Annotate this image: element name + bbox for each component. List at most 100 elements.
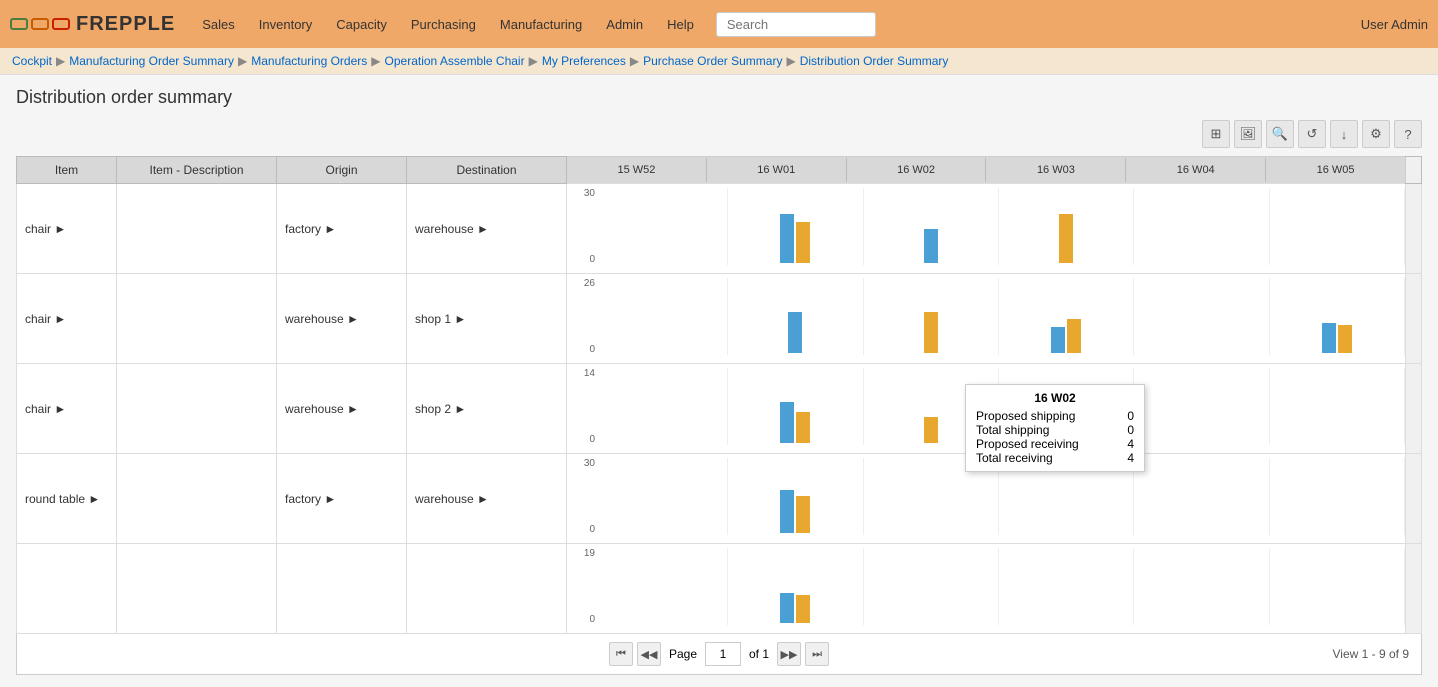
destination-link[interactable]: shop 2 ► xyxy=(415,402,466,416)
chart-week-2[interactable] xyxy=(864,188,999,265)
week-header-2[interactable]: 16 W02 xyxy=(847,158,987,182)
chart-week-4[interactable] xyxy=(1134,548,1269,625)
bar-orange xyxy=(924,312,938,353)
chart-week-0[interactable] xyxy=(567,458,728,535)
week-header-4[interactable]: 16 W04 xyxy=(1126,158,1266,182)
nav-purchasing[interactable]: Purchasing xyxy=(399,0,488,48)
of-label: of 1 xyxy=(749,647,769,661)
breadcrumb-purchase-order-summary[interactable]: Purchase Order Summary xyxy=(643,54,782,68)
chart-week-3[interactable] xyxy=(999,278,1134,355)
item-link[interactable]: chair ► xyxy=(25,222,66,236)
item-link[interactable]: chair ► xyxy=(25,402,66,416)
col-item-header[interactable]: Item xyxy=(17,157,117,184)
chart-week-4[interactable] xyxy=(1134,188,1269,265)
chart-view-button[interactable]: 🖼 xyxy=(1234,120,1262,148)
tooltip-label: Proposed shipping xyxy=(976,409,1075,423)
view-info: View 1 - 9 of 9 xyxy=(1333,647,1410,661)
week-header-1[interactable]: 16 W01 xyxy=(707,158,847,182)
origin-link[interactable]: factory ► xyxy=(285,492,336,506)
download-button[interactable]: ↓ xyxy=(1330,120,1358,148)
cell-origin: factory ► xyxy=(277,454,407,544)
item-link[interactable]: chair ► xyxy=(25,312,66,326)
nav-sales[interactable]: Sales xyxy=(190,0,247,48)
bar-orange xyxy=(796,496,810,534)
chart-week-4[interactable] xyxy=(1134,368,1269,445)
breadcrumb-manufacturing-orders[interactable]: Manufacturing Orders xyxy=(251,54,367,68)
table-container: Item Item - Description Origin Destinati… xyxy=(16,156,1422,675)
breadcrumb-manufacturing-order-summary[interactable]: Manufacturing Order Summary xyxy=(69,54,234,68)
cell-destination: shop 2 ► xyxy=(407,364,567,454)
toolbar: ⊞ 🖼 🔍 ↺ ↓ ⚙ ? xyxy=(16,120,1422,148)
logo[interactable]: FREPPLE xyxy=(10,13,175,36)
item-link[interactable]: round table ► xyxy=(25,492,100,506)
destination-link[interactable]: warehouse ► xyxy=(415,222,489,236)
origin-link[interactable]: warehouse ► xyxy=(285,402,359,416)
cell-chart: 190 xyxy=(567,544,1406,634)
nav-admin[interactable]: Admin xyxy=(594,0,655,48)
cell-origin xyxy=(277,544,407,634)
tooltip-value: 4 xyxy=(1127,437,1134,451)
bar-blue xyxy=(924,229,938,263)
chart-week-0[interactable] xyxy=(567,188,728,265)
chart-week-5[interactable] xyxy=(1270,278,1405,355)
refresh-button[interactable]: ↺ xyxy=(1298,120,1326,148)
bar-orange xyxy=(796,222,810,263)
chart-week-3[interactable] xyxy=(999,548,1134,625)
tooltip-title: 16 W02 xyxy=(976,391,1134,405)
col-item-desc-header[interactable]: Item - Description xyxy=(117,157,277,184)
chart-week-1[interactable] xyxy=(728,278,863,355)
chart-week-4[interactable] xyxy=(1134,278,1269,355)
breadcrumb-operation-assemble-chair[interactable]: Operation Assemble Chair xyxy=(385,54,525,68)
col-origin-header[interactable]: Origin xyxy=(277,157,407,184)
week-header-0[interactable]: 15 W52 xyxy=(567,158,707,182)
destination-link[interactable]: warehouse ► xyxy=(415,492,489,506)
chart-week-1[interactable] xyxy=(728,368,863,445)
nav-inventory[interactable]: Inventory xyxy=(247,0,324,48)
prev-page-button[interactable]: ◀◀ xyxy=(637,642,661,666)
origin-link[interactable]: factory ► xyxy=(285,222,336,236)
chart-week-5[interactable] xyxy=(1270,548,1405,625)
chart-week-2[interactable] xyxy=(864,548,999,625)
logo-shape-red xyxy=(52,18,70,30)
first-page-button[interactable]: ⏮ xyxy=(609,642,633,666)
chart-week-5[interactable] xyxy=(1270,188,1405,265)
chart-week-2[interactable] xyxy=(864,278,999,355)
page-title: Distribution order summary xyxy=(16,87,1422,108)
breadcrumb-distribution-order-summary[interactable]: Distribution Order Summary xyxy=(800,54,949,68)
table-row: chair ►factory ►warehouse ►300 xyxy=(17,184,1422,274)
week-header-3[interactable]: 16 W03 xyxy=(986,158,1126,182)
nav-manufacturing[interactable]: Manufacturing xyxy=(488,0,594,48)
search-input[interactable] xyxy=(716,12,876,37)
last-page-button[interactable]: ⏭ xyxy=(805,642,829,666)
nav-help[interactable]: Help xyxy=(655,0,706,48)
destination-link[interactable]: shop 1 ► xyxy=(415,312,466,326)
breadcrumb-cockpit[interactable]: Cockpit xyxy=(12,54,52,68)
settings-button[interactable]: ⚙ xyxy=(1362,120,1390,148)
tooltip-row: Proposed shipping0 xyxy=(976,409,1134,423)
week-header-5[interactable]: 16 W05 xyxy=(1266,158,1405,182)
col-destination-header[interactable]: Destination xyxy=(407,157,567,184)
chart-week-0[interactable] xyxy=(567,548,728,625)
nav-capacity[interactable]: Capacity xyxy=(324,0,399,48)
chart-week-1[interactable] xyxy=(728,548,863,625)
search-filter-button[interactable]: 🔍 xyxy=(1266,120,1294,148)
chart-week-1[interactable] xyxy=(728,458,863,535)
chart-week-5[interactable] xyxy=(1270,458,1405,535)
chart-week-0[interactable] xyxy=(567,368,728,445)
chart-week-4[interactable] xyxy=(1134,458,1269,535)
breadcrumb-my-preferences[interactable]: My Preferences xyxy=(542,54,626,68)
origin-link[interactable]: warehouse ► xyxy=(285,312,359,326)
bar-orange xyxy=(796,595,810,624)
page-input[interactable]: 1 xyxy=(705,642,741,666)
chart-week-5[interactable] xyxy=(1270,368,1405,445)
bar-orange xyxy=(1067,319,1081,353)
chart-week-0[interactable] xyxy=(567,278,728,355)
chart-week-1[interactable] xyxy=(728,188,863,265)
help-button[interactable]: ? xyxy=(1394,120,1422,148)
next-page-button[interactable]: ▶▶ xyxy=(777,642,801,666)
cell-destination: shop 1 ► xyxy=(407,274,567,364)
chart-week-3[interactable] xyxy=(999,188,1134,265)
grid-view-button[interactable]: ⊞ xyxy=(1202,120,1230,148)
scrollbar-column xyxy=(1406,274,1422,364)
page-content: Distribution order summary ⊞ 🖼 🔍 ↺ ↓ ⚙ ?… xyxy=(0,75,1438,687)
